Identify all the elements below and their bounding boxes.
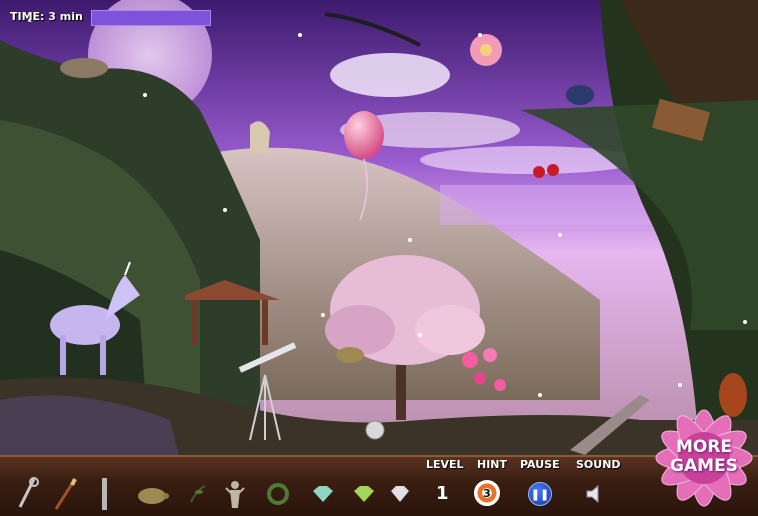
more-games-line1: MORE [675, 437, 733, 457]
pause-button[interactable]: ❚❚ [528, 482, 552, 506]
gem-green-icon[interactable] [352, 478, 376, 510]
timer-label: TIME: 3 min [10, 10, 83, 23]
fairy-statue-icon[interactable] [222, 478, 248, 510]
flute-icon[interactable] [92, 478, 116, 510]
turtle-icon[interactable] [135, 478, 169, 510]
timer-bar [91, 10, 211, 26]
level-value: 1 [436, 483, 449, 504]
scene-artwork [0, 0, 758, 460]
game-scene[interactable]: TIME: 3 min [0, 0, 758, 516]
level-label: LEVEL [426, 458, 464, 471]
paintbrush-icon[interactable] [50, 478, 80, 510]
pause-icon: ❚❚ [530, 487, 550, 501]
wreath-icon[interactable] [264, 478, 292, 510]
sound-button[interactable] [584, 482, 608, 506]
leaf-sprig-icon[interactable] [187, 478, 207, 510]
sound-label: SOUND [576, 458, 621, 471]
hint-button[interactable]: 3 [474, 480, 500, 506]
more-games-line2: GAMES [670, 456, 738, 476]
pause-label: PAUSE [520, 458, 560, 471]
gem-icon[interactable] [311, 478, 335, 510]
speaker-icon [586, 484, 599, 504]
hint-label: HINT [477, 458, 508, 471]
crystal-icon[interactable] [389, 478, 411, 510]
timer-fill [92, 11, 210, 25]
more-games-label[interactable]: MORE GAMES [650, 438, 758, 476]
key-icon[interactable] [12, 477, 42, 510]
hint-count: 3 [483, 486, 491, 500]
